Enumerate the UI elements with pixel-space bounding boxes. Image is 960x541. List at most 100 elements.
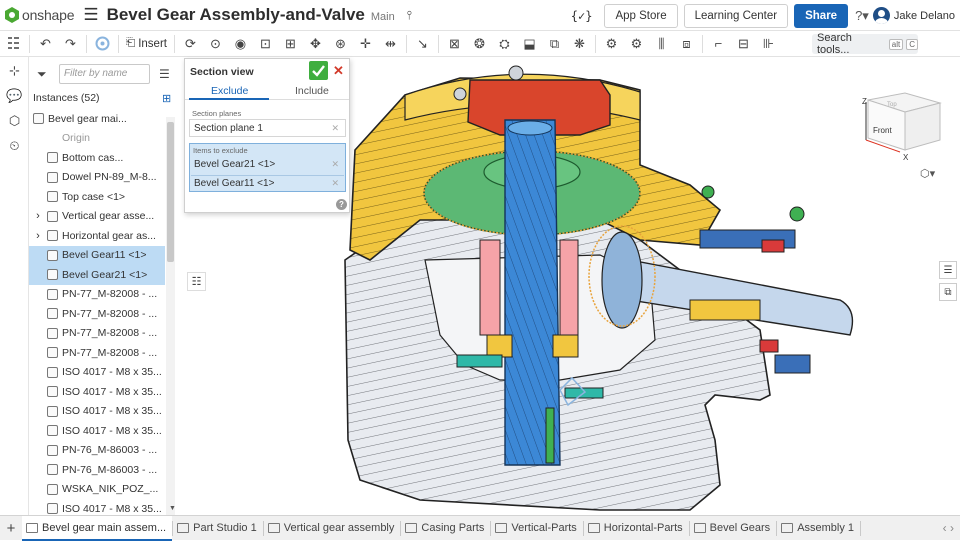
fastened-mate-icon[interactable]: ⊙ (206, 34, 225, 53)
mate-list-toggle-icon[interactable]: ☷ (187, 272, 206, 291)
measure-icon[interactable]: ⌐ (709, 34, 728, 53)
learning-center-button[interactable]: Learning Center (683, 3, 789, 28)
tab-label: Horizontal-Parts (603, 522, 683, 534)
search-tools-input[interactable]: Search tools... alt C (812, 32, 918, 56)
document-tab[interactable]: Casing Parts (401, 516, 490, 541)
tree-row[interactable]: WSKA_NIK_POZ_... (29, 480, 165, 500)
tree-row[interactable]: Bevel gear mai... (29, 109, 165, 129)
pinion-gear (601, 231, 643, 329)
tree-row[interactable]: PN-77_M-82008 - ... (29, 285, 165, 305)
configurations-icon[interactable] (93, 34, 112, 53)
cylindrical-mate-icon[interactable]: ⊞ (281, 34, 300, 53)
group-icon[interactable]: ❂ (470, 34, 489, 53)
list-view-icon[interactable]: ☰ (159, 67, 170, 81)
bom-icon[interactable]: ☰ (939, 261, 957, 279)
document-tab[interactable]: Assembly 1 (777, 516, 860, 541)
settings-icon[interactable]: ⚙ (602, 34, 621, 53)
help-icon[interactable]: ?▾ (855, 8, 869, 24)
filter-input[interactable]: Filter by name (59, 64, 150, 84)
tree-row[interactable]: PN-77_M-82008 - ... (29, 304, 165, 324)
menu-icon[interactable]: ☰ (83, 5, 98, 25)
tree-row[interactable]: Dowel PN-89_M-8... (29, 168, 165, 188)
tab-scroll-arrows-icon[interactable]: ‹ › (943, 521, 954, 535)
tree-row[interactable]: Top case <1> (29, 187, 165, 207)
mate-connector-icon[interactable]: ⊠ (445, 34, 464, 53)
tree-row[interactable]: PN-77_M-82008 - ... (29, 324, 165, 344)
linear-relation-icon[interactable]: ❋ (570, 34, 589, 53)
tree-row-label: Bottom cas... (62, 151, 124, 164)
history-icon[interactable]: ⏲ (6, 137, 23, 154)
tree-row[interactable]: PN-77_M-82008 - ... (29, 343, 165, 363)
filter-icon[interactable]: ⏷ (37, 67, 47, 82)
replicate-icon[interactable]: ⟳ (181, 34, 200, 53)
versions-icon[interactable]: {✓} (571, 9, 593, 23)
tree-row[interactable]: ISO 4017 - M8 x 35... (29, 402, 165, 422)
redo-icon[interactable]: ↷ (61, 34, 80, 53)
part-icon (47, 405, 58, 417)
add-tab-icon[interactable]: + (0, 520, 22, 537)
undo-icon[interactable]: ↶ (36, 34, 55, 53)
add-folder-icon[interactable]: ⊞ (162, 92, 171, 105)
appearance-icon[interactable]: ⧉ (939, 283, 957, 301)
view-options-icon[interactable]: ⬡▾ (920, 167, 935, 180)
tree-row[interactable]: › Horizontal gear as... (29, 226, 165, 246)
part-icon (47, 152, 58, 164)
tree-row[interactable]: PN-76_M-86003 - ... (29, 441, 165, 461)
parts-icon[interactable]: ⬡ (6, 112, 23, 129)
insert-button[interactable]: ⎗ Insert (126, 37, 167, 50)
panel-scrollbar[interactable] (166, 117, 175, 515)
rack-pinion-icon[interactable]: ⬓ (520, 34, 539, 53)
pattern-icon[interactable]: ⫼ (652, 34, 671, 53)
scroll-thumb[interactable] (167, 122, 174, 262)
revolute-mate-icon[interactable]: ◉ (231, 34, 250, 53)
screw-relation-icon[interactable]: ⧉ (545, 34, 564, 53)
scroll-down-icon[interactable]: ▼ (169, 505, 176, 512)
gear-relation-icon[interactable]: ⛭ (495, 34, 514, 53)
tangent-mate-icon[interactable]: ↘ (413, 34, 432, 53)
planar-mate-icon[interactable]: ⊛ (331, 34, 350, 53)
explode-icon[interactable]: ⧈ (677, 34, 696, 53)
pin-slot-mate-icon[interactable]: ✥ (306, 34, 325, 53)
expand-chevron-icon[interactable]: › (29, 210, 47, 222)
slider-mate-icon[interactable]: ⊡ (256, 34, 275, 53)
subassembly-icon (47, 210, 58, 222)
avatar[interactable] (872, 7, 890, 24)
part-icon (47, 366, 58, 378)
document-tab[interactable]: Horizontal-Parts (584, 516, 689, 541)
tree-row[interactable]: ISO 4017 - M8 x 35... (29, 382, 165, 402)
part-icon (47, 503, 58, 515)
3d-viewport[interactable] (209, 57, 936, 515)
document-tab[interactable]: Part Studio 1 (173, 516, 263, 541)
expand-chevron-icon[interactable]: › (29, 230, 47, 242)
view-cube[interactable]: Z Front X Top (835, 85, 945, 180)
onshape-logo[interactable]: onshape (5, 7, 75, 23)
tree-row[interactable]: Origin (29, 129, 165, 149)
mass-properties-icon[interactable]: ⊟ (734, 34, 753, 53)
tree-row[interactable]: › Vertical gear asse... (29, 207, 165, 227)
add-mate-icon[interactable]: ⊹ (6, 62, 23, 79)
comments-icon[interactable]: 💬 (6, 87, 23, 104)
gear-icon[interactable]: ⚙ (627, 34, 646, 53)
pin-icon[interactable]: ⫯ (407, 8, 412, 23)
parallel-mate-icon[interactable]: ✛ (356, 34, 375, 53)
user-name[interactable]: Jake Delano (894, 10, 955, 22)
document-tab[interactable]: Bevel gear main assem... (22, 515, 173, 541)
logo-text: onshape (22, 7, 75, 23)
document-title[interactable]: Bevel Gear Assembly-and-Valve (107, 5, 365, 25)
tree-row[interactable]: ISO 4017 - M8 x 35... (29, 421, 165, 441)
document-tab[interactable]: Vertical gear assembly (264, 516, 401, 541)
tree-row[interactable]: ISO 4017 - M8 x 35... (29, 363, 165, 383)
structure-icon[interactable] (4, 34, 23, 53)
document-tab[interactable]: Vertical-Parts (491, 516, 582, 541)
document-tab[interactable]: Bevel Gears (690, 516, 777, 541)
tree-row[interactable]: PN-76_M-86003 - ... (29, 460, 165, 480)
tree-row[interactable]: Bottom cas... (29, 148, 165, 168)
branch-label: Main (370, 10, 395, 23)
section-view-icon[interactable]: ⊪ (759, 34, 778, 53)
app-store-button[interactable]: App Store (604, 3, 678, 28)
share-button[interactable]: Share (794, 3, 849, 28)
tree-row[interactable]: Bevel Gear21 <1> (29, 265, 165, 285)
tree-row[interactable]: Bevel Gear11 <1> (29, 245, 165, 265)
seal-ring (486, 334, 513, 358)
ball-mate-icon[interactable]: ⇹ (381, 34, 400, 53)
